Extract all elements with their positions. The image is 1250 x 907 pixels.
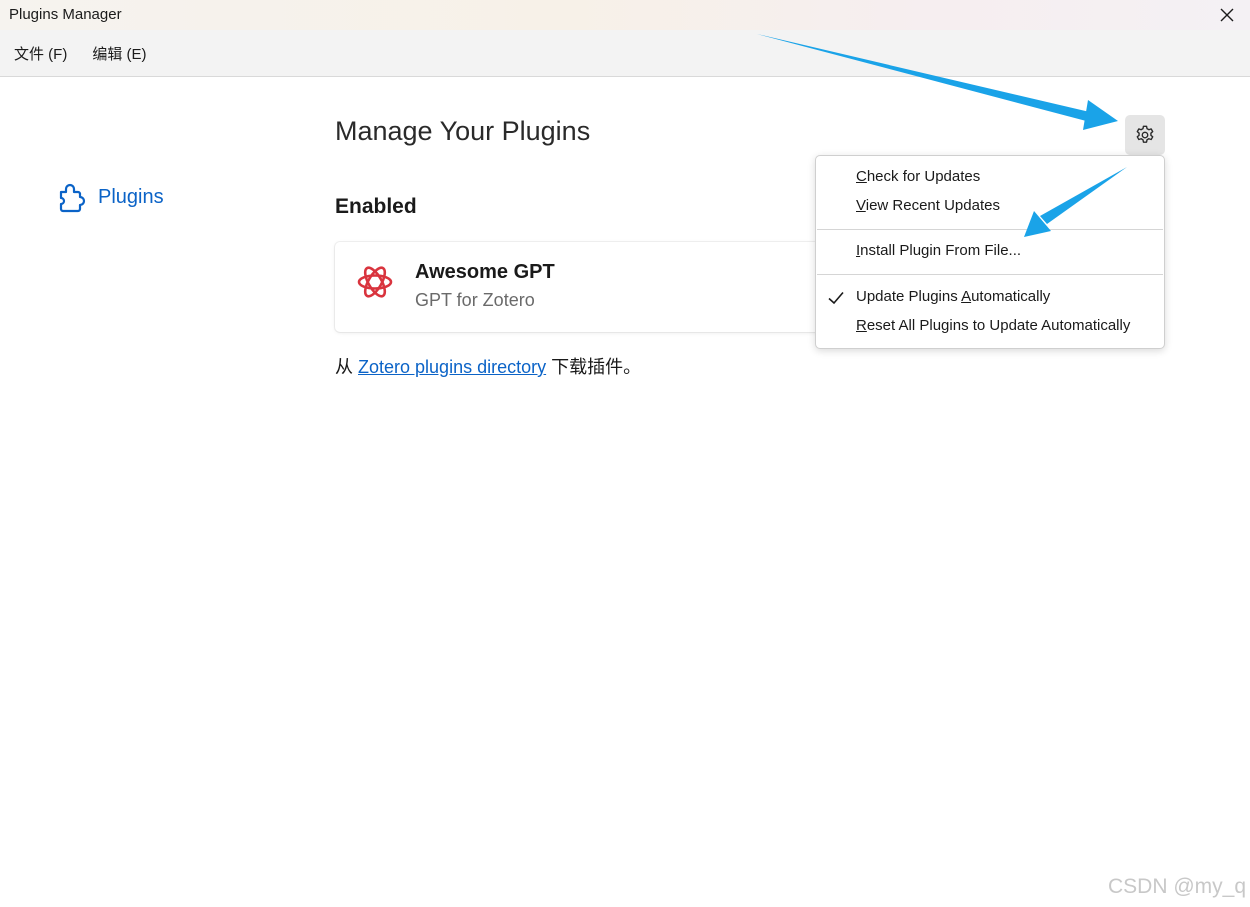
menu-item-view-recent-updates[interactable]: View Recent Updates	[856, 197, 1000, 214]
watermark: CSDN @my_q	[1107, 875, 1246, 898]
menu-bar: 文件 (F) 编辑 (E)	[0, 30, 1250, 77]
menu-item-update-plugins-automatically[interactable]: Update Plugins Automatically	[856, 288, 1050, 305]
sidebar-item-label: Plugins	[98, 185, 164, 208]
openai-icon	[357, 266, 393, 298]
accesskey: C	[856, 168, 867, 185]
menu-item-label: Update Plugins	[856, 288, 962, 305]
close-icon	[1220, 8, 1234, 22]
accesskey: A	[961, 288, 972, 305]
plugins-directory-text: 从 Zotero plugins directory 下载插件。	[335, 353, 641, 379]
accesskey: V	[856, 197, 866, 214]
zotero-plugins-directory-link[interactable]: Zotero plugins directory	[358, 357, 546, 377]
page-title: Manage Your Plugins	[335, 116, 591, 146]
check-icon	[828, 291, 844, 305]
menu-item-label: iew Recent Updates	[865, 197, 1000, 214]
puzzle-icon	[59, 183, 86, 213]
settings-gear-button[interactable]	[1125, 115, 1165, 155]
annotation-arrows	[757, 34, 1127, 237]
directory-prefix: 从	[335, 357, 359, 377]
settings-dropdown-menu: Check for Updates View Recent Updates In…	[815, 155, 1165, 349]
menu-separator	[817, 274, 1163, 275]
menu-item-label: nstall Plugin From File...	[860, 242, 1022, 259]
directory-suffix: 下载插件。	[546, 357, 642, 377]
enabled-section-heading: Enabled	[335, 195, 417, 218]
menu-item-reset-all-plugins[interactable]: Reset All Plugins to Update Automaticall…	[856, 317, 1130, 334]
menu-item-label: utomatically	[971, 288, 1051, 305]
sidebar-item-plugins[interactable]: Plugins	[56, 180, 164, 214]
menu-edit[interactable]: 编辑 (E)	[84, 37, 154, 70]
menu-file[interactable]: 文件 (F)	[6, 37, 75, 70]
menu-item-install-plugin-from-file[interactable]: Install Plugin From File...	[856, 242, 1021, 259]
gear-icon	[1136, 125, 1154, 143]
menu-separator	[817, 229, 1163, 230]
plugins-manager-window: Plugins Manager 文件 (F) 编辑 (E) Plugins Ma…	[0, 0, 1250, 907]
plugin-name: Awesome GPT	[415, 261, 555, 283]
menu-item-label: eset All Plugins to Update Automatically	[866, 317, 1131, 334]
menu-item-check-for-updates[interactable]: Check for Updates	[856, 168, 980, 185]
accesskey: R	[856, 317, 867, 334]
title-bar: Plugins Manager	[0, 0, 1250, 30]
plugin-card-awesome-gpt[interactable]: Awesome GPT GPT for Zotero	[335, 242, 895, 332]
close-button[interactable]	[1204, 0, 1250, 30]
menu-item-label: heck for Updates	[866, 168, 981, 185]
window-title: Plugins Manager	[9, 6, 122, 23]
plugin-description: GPT for Zotero	[415, 290, 535, 310]
